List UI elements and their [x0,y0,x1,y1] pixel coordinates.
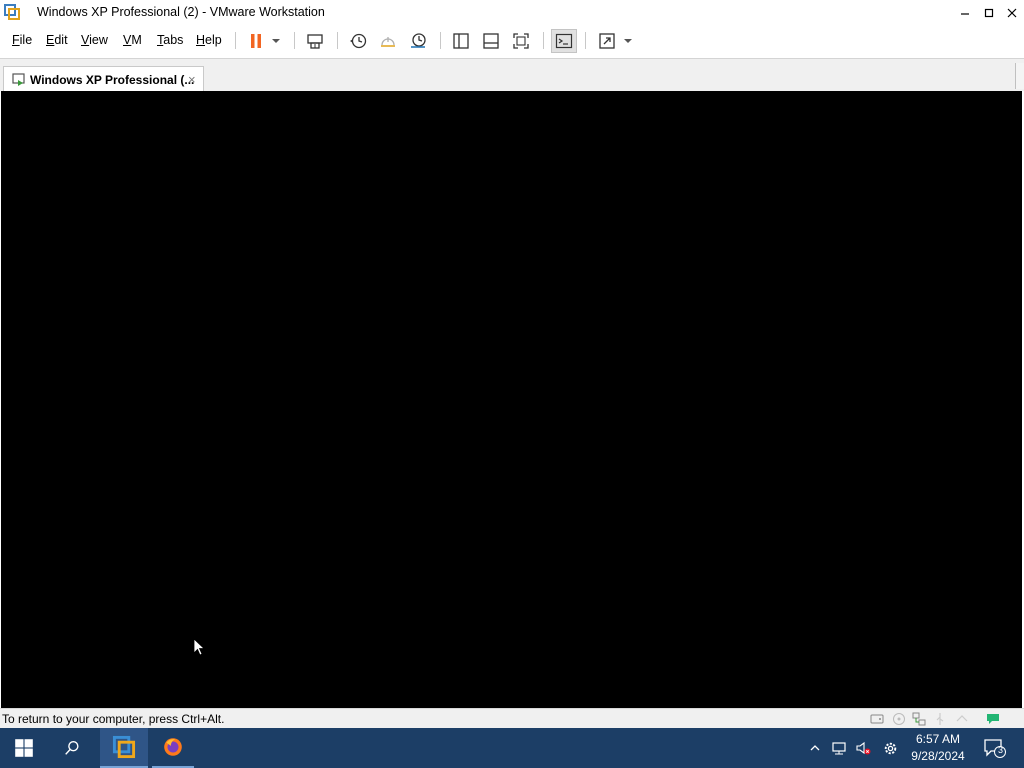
toolbar-separator [294,32,295,49]
window-title: Windows XP Professional (2) - VMware Wor… [37,5,325,19]
pause-icon[interactable] [244,29,268,53]
menu-vm[interactable]: VM [123,33,142,47]
menu-tabs[interactable]: Tabs [157,33,183,47]
menu-toolbar: File Edit View VM Tabs Help [0,25,1024,56]
toolbar-separator [440,32,441,49]
notification-count: 3 [997,745,1003,755]
send-ctrl-alt-del-icon[interactable] [303,29,327,53]
network-icon[interactable] [830,738,848,758]
toolbar-separator [585,32,586,49]
console-view-icon[interactable] [551,29,577,53]
dropdown-arrow-icon[interactable] [266,29,286,53]
vm-console[interactable] [1,91,1022,708]
status-bar: To return to your computer, press Ctrl+A… [0,708,1024,728]
clock[interactable]: 6:57 AM 9/28/2024 [902,731,974,765]
toolbar-separator [235,32,236,49]
snapshot-icon[interactable] [346,29,370,53]
chevron-up-icon[interactable] [806,738,824,758]
notification-icon[interactable]: 3 [983,738,1007,758]
windows-start-icon[interactable] [0,728,48,768]
gear-icon[interactable] [881,738,899,758]
volume-muted-icon[interactable] [854,738,872,758]
maximize-button[interactable] [977,0,1000,25]
sound-icon[interactable] [954,711,970,727]
menu-file[interactable]: File [12,33,32,47]
tab-bar: Windows XP Professional (... × [0,58,1024,92]
usb-icon[interactable] [932,711,948,727]
full-screen-icon[interactable] [509,29,533,53]
close-icon[interactable]: × [188,72,196,87]
vm-icon [12,73,26,87]
toolbar-separator [543,32,544,49]
hard-disk-icon[interactable] [869,711,885,727]
search-icon[interactable] [48,728,96,768]
tab-vm[interactable]: Windows XP Professional (... × [3,66,204,92]
tab-scroll[interactable] [1015,63,1024,89]
clock-time: 6:57 AM [915,732,961,746]
toolbar-separator [337,32,338,49]
message-icon[interactable] [985,711,1001,727]
vmware-icon[interactable] [100,728,148,768]
tab-label: Windows XP Professional (... [30,73,195,87]
status-message: To return to your computer, press Ctrl+A… [2,712,225,726]
thumbnail-bar-icon[interactable] [479,29,503,53]
vmware-icon[interactable] [4,4,20,20]
title-bar[interactable]: Windows XP Professional (2) - VMware Wor… [0,0,1024,25]
snapshot-manager-icon[interactable] [406,29,430,53]
dropdown-arrow-icon[interactable] [618,29,638,53]
clock-date: 9/28/2024 [911,749,965,763]
mouse-pointer-icon [193,638,206,656]
cd-dvd-icon[interactable] [891,711,907,727]
menu-view[interactable]: View [81,33,108,47]
revert-snapshot-icon[interactable] [376,29,400,53]
taskbar: 6:57 AM 9/28/2024 3 [0,728,1024,768]
minimize-button[interactable] [953,0,976,25]
stretch-guest-icon[interactable] [595,29,619,53]
show-library-icon[interactable] [449,29,473,53]
menu-help[interactable]: Help [196,33,222,47]
menu-edit[interactable]: Edit [46,33,68,47]
firefox-icon[interactable] [152,728,194,768]
close-button[interactable] [1000,0,1023,25]
network-icon[interactable] [911,711,927,727]
